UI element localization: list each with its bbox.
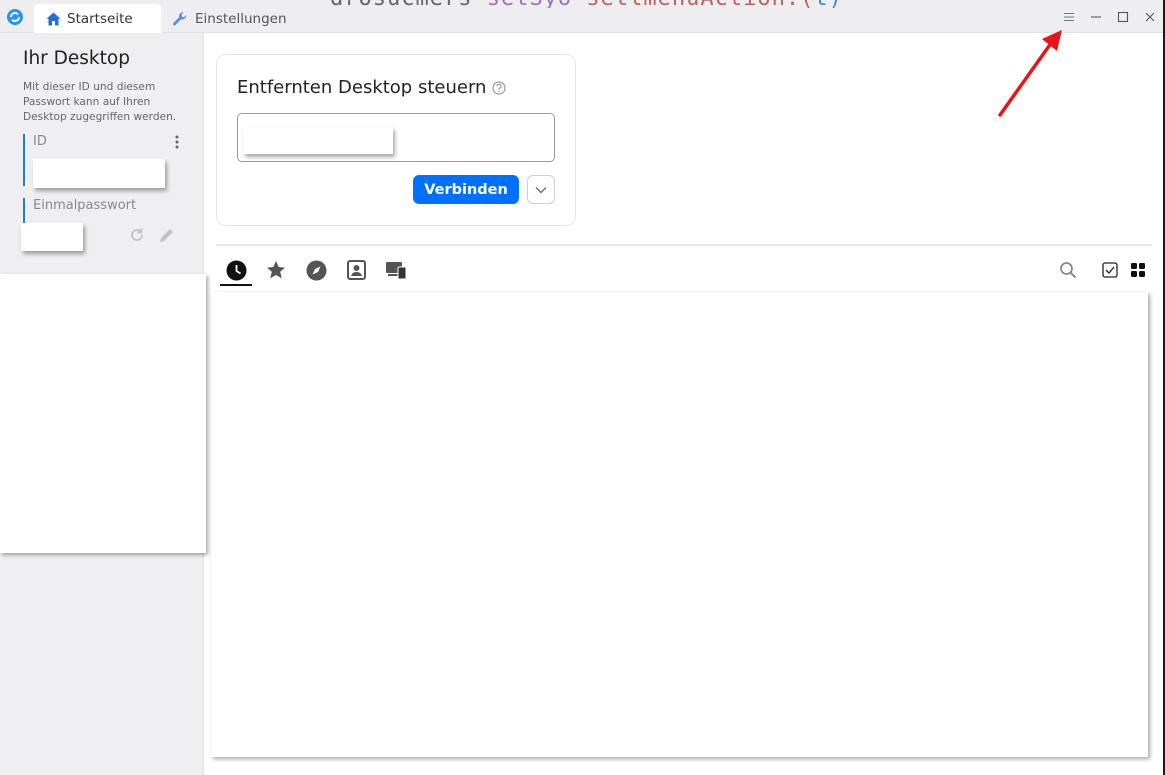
remote-id-value xyxy=(243,127,393,154)
minimize-icon xyxy=(1091,16,1101,18)
grid-view-button[interactable] xyxy=(1127,259,1149,281)
annotation-arrow-icon xyxy=(998,30,1062,117)
close-button[interactable] xyxy=(1141,8,1159,26)
overlay-panel xyxy=(0,274,206,553)
group-icon xyxy=(386,262,407,280)
code-fragment: t) xyxy=(814,0,843,8)
sidebar-title: Ihr Desktop xyxy=(23,48,130,69)
id-value-box xyxy=(33,159,165,188)
home-icon xyxy=(46,12,61,25)
tab-recent[interactable] xyxy=(225,259,247,281)
edit-icon[interactable] xyxy=(158,226,176,244)
refresh-icon[interactable] xyxy=(128,226,146,244)
address-book-icon xyxy=(346,260,366,280)
close-icon xyxy=(1145,12,1155,22)
minimize-button[interactable] xyxy=(1087,8,1105,26)
chevron-down-icon xyxy=(535,186,547,193)
section-divider xyxy=(216,244,1152,246)
app-window: drosucmers setSyo setlmenuAction.(t) Sta… xyxy=(0,0,1165,775)
rustdesk-logo-icon xyxy=(7,9,23,25)
tab-einstellungen[interactable]: Einstellungen xyxy=(170,4,287,33)
connect-title-text: Entfernten Desktop steuern xyxy=(237,77,487,98)
tab-group[interactable] xyxy=(385,259,407,281)
tab-address-book[interactable] xyxy=(345,259,367,281)
menu-icon xyxy=(1064,12,1074,22)
active-tab-indicator xyxy=(220,284,252,286)
checkbox-icon xyxy=(1102,262,1118,278)
wrench-icon xyxy=(173,11,187,25)
maximize-button[interactable] xyxy=(1114,8,1132,26)
tab-startseite[interactable]: Startseite xyxy=(34,4,161,33)
grid-view-icon xyxy=(1131,263,1145,277)
otp-label: Einmalpasswort xyxy=(33,198,137,213)
connect-card-title: Entfernten Desktop steuern xyxy=(237,77,506,98)
help-icon[interactable] xyxy=(492,81,506,95)
peers-list-area xyxy=(211,292,1148,757)
tab-label: Startseite xyxy=(67,10,133,27)
select-mode-button[interactable] xyxy=(1099,259,1121,281)
favorites-icon xyxy=(267,261,285,279)
code-fragment: drosucmers xyxy=(330,0,487,8)
code-fragment: setSyo xyxy=(487,0,587,8)
otp-field: Einmalpasswort xyxy=(23,198,183,224)
tab-discovered[interactable] xyxy=(305,259,327,281)
maximize-icon xyxy=(1117,11,1129,23)
code-fragment: setlmenuAction.( xyxy=(586,0,814,8)
search-button[interactable] xyxy=(1057,259,1079,281)
otp-value-box xyxy=(21,223,83,251)
menu-button[interactable] xyxy=(1060,8,1078,26)
discovered-icon xyxy=(306,260,326,280)
tab-favorites[interactable] xyxy=(265,259,287,281)
tab-label: Einstellungen xyxy=(195,10,287,27)
connect-button[interactable]: Verbinden xyxy=(413,175,519,204)
more-options-icon[interactable] xyxy=(172,134,182,150)
search-icon xyxy=(1060,262,1077,279)
background-code-text: drosucmers setSyo setlmenuAction.(t) xyxy=(330,0,950,8)
sidebar-description: Mit dieser ID und diesem Passwort kann a… xyxy=(23,81,177,123)
id-label: ID xyxy=(33,134,47,149)
connect-options-button[interactable] xyxy=(527,175,555,204)
recent-icon xyxy=(226,260,246,280)
